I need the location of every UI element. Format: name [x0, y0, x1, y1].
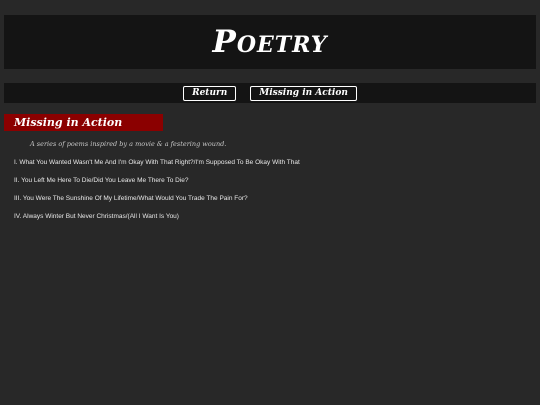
- poem-link-2[interactable]: II. You Left Me Here To Die/Did You Leav…: [14, 176, 300, 194]
- site-header: Poetry: [4, 15, 536, 69]
- poem-link-4[interactable]: IV. Always Winter But Never Christmas/(A…: [14, 212, 300, 230]
- section-title: Missing in Action: [14, 116, 123, 129]
- nav-bar: Return Missing in Action: [4, 83, 536, 103]
- missing-in-action-button[interactable]: Missing in Action: [250, 85, 357, 101]
- poem-link-3[interactable]: III. You Were The Sunshine Of My Lifetim…: [14, 194, 300, 212]
- section-banner: Missing in Action: [4, 114, 163, 131]
- section-description: A series of poems inspired by a movie & …: [30, 140, 227, 148]
- return-button[interactable]: Return: [183, 85, 237, 101]
- site-title: Poetry: [212, 24, 328, 60]
- poem-link-1[interactable]: I. What You Wanted Wasn't Me And I'm Oka…: [14, 158, 300, 176]
- poem-list: I. What You Wanted Wasn't Me And I'm Oka…: [14, 158, 300, 230]
